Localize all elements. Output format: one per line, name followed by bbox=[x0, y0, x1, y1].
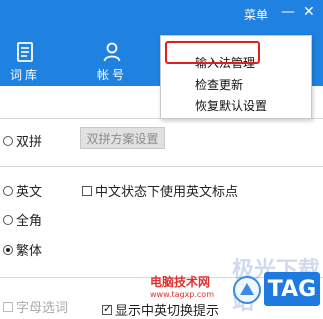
book-icon bbox=[17, 42, 33, 62]
divider bbox=[0, 166, 323, 167]
letter-select-label: 字母选词 bbox=[16, 301, 69, 316]
traditional-radio[interactable] bbox=[3, 244, 13, 255]
highlight-box bbox=[165, 41, 260, 64]
english-label: 英文 bbox=[16, 185, 43, 200]
english-radio[interactable] bbox=[3, 185, 13, 196]
english-punct-checkbox[interactable] bbox=[82, 185, 92, 196]
shuangpin-scheme-button[interactable]: 双拼方案设置 bbox=[80, 127, 165, 149]
shuangpin-radio[interactable] bbox=[3, 135, 13, 146]
nav-label-account: 帐号 bbox=[96, 68, 127, 82]
letter-select-option[interactable]: 字母选词 bbox=[3, 297, 68, 316]
minimize-button[interactable]: — bbox=[281, 4, 295, 20]
english-punct-label: 中文状态下使用英文标点 bbox=[95, 185, 239, 200]
show-switch-checkbox[interactable] bbox=[102, 302, 112, 315]
watermark-tag: TAG bbox=[264, 272, 320, 306]
letter-select-checkbox[interactable] bbox=[3, 301, 13, 312]
fullwidth-option[interactable]: 全角 bbox=[3, 210, 42, 229]
user-icon bbox=[103, 42, 121, 62]
nav-item-ciku[interactable]: 词库 bbox=[5, 42, 45, 83]
traditional-option[interactable]: 繁体 bbox=[3, 240, 42, 259]
menu-item-restore-defaults[interactable]: 恢复默认设置 bbox=[195, 97, 267, 114]
fullwidth-radio[interactable] bbox=[3, 214, 13, 225]
english-punct-option[interactable]: 中文状态下使用英文标点 bbox=[82, 181, 238, 200]
close-button[interactable]: ✕ bbox=[303, 4, 315, 20]
menu-button[interactable]: 菜单 bbox=[244, 6, 268, 23]
show-switch-option[interactable]: 显示中英切换提示 bbox=[102, 300, 219, 319]
nav-label-ciku: 词库 bbox=[9, 68, 40, 82]
fullwidth-label: 全角 bbox=[16, 214, 43, 229]
watermark-url: www.tagxp.com bbox=[150, 290, 214, 299]
watermark-logo-icon bbox=[233, 276, 261, 304]
menu-item-check-update[interactable]: 检查更新 bbox=[195, 76, 243, 93]
english-option[interactable]: 英文 bbox=[3, 181, 42, 200]
traditional-label: 繁体 bbox=[16, 244, 43, 259]
shuangpin-label: 双拼 bbox=[16, 135, 43, 150]
nav-item-account[interactable]: 帐号 bbox=[92, 42, 132, 83]
watermark-site: 电脑技术网 bbox=[150, 275, 211, 289]
show-switch-label: 显示中英切换提示 bbox=[115, 304, 220, 319]
shuangpin-option[interactable]: 双拼 bbox=[3, 131, 42, 150]
